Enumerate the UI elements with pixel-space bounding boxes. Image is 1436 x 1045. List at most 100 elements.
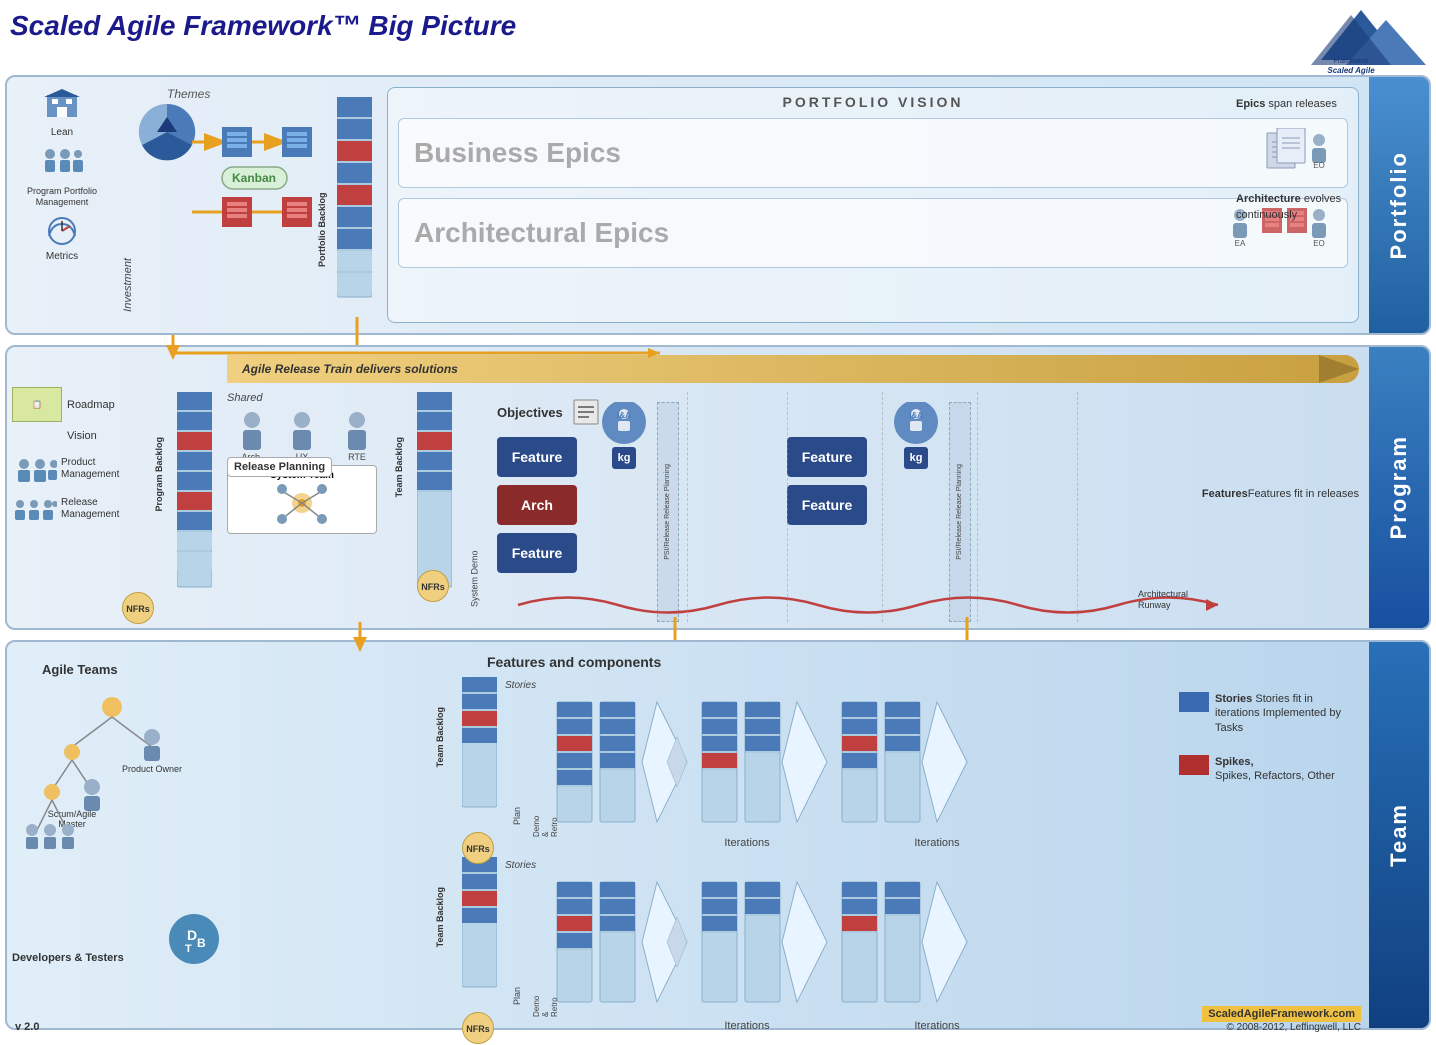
lean-label: Lean <box>12 127 112 138</box>
agile-teams-label: Agile Teams <box>42 662 242 677</box>
spikes-legend-text: Spikes, Refactors, Other <box>1215 770 1335 782</box>
art-banner: Agile Release Train delivers solutions <box>227 355 1359 383</box>
svg-text:Product Owner: Product Owner <box>122 764 182 774</box>
metrics-icon-group: Metrics <box>12 216 112 262</box>
iterations-label-2: Iterations <box>877 837 997 849</box>
objectives-label: Objectives <box>497 405 563 420</box>
ia-circle-right: I&A kg <box>889 402 944 482</box>
roadmap-icon: 📋 <box>12 387 62 422</box>
art-banner-text: Agile Release Train delivers solutions <box>242 362 458 376</box>
business-epics-label: Business Epics <box>414 137 1262 169</box>
portfolio-backlog-label: Portfolio Backlog <box>317 137 327 267</box>
dashed-line-1 <box>687 392 688 622</box>
themes-area: Themes Investment <box>117 82 317 332</box>
portfolio-vision-area: PORTFOLIO VISION Business Epics <box>387 87 1359 323</box>
portfolio-backlog: Portfolio Backlog <box>322 87 377 327</box>
arch-epics-label: Architectural Epics <box>414 217 1222 249</box>
team-backlog-program: Team Backlog NFRs <box>402 387 457 607</box>
nfrs-badge-team-backlog: NFRs <box>417 570 449 602</box>
lean-icon-group: Lean <box>12 87 112 138</box>
demo-retro-label-1: Demo & Retro <box>532 812 559 837</box>
objectives-area: Objectives <box>497 397 601 427</box>
iterations-bottom: Plan Demo & Retro <box>512 877 992 1017</box>
nfrs-badge-team-2: NFRs <box>462 1012 494 1044</box>
team-backlog-2: Team Backlog <box>447 857 502 1007</box>
nfrs-badge-team-1: NFRs <box>462 832 494 864</box>
dashed-line-2 <box>787 392 788 622</box>
release-planning-label: Release Planning <box>227 457 332 477</box>
svg-text:EA: EA <box>1235 239 1246 248</box>
svg-text:kg: kg <box>618 452 631 464</box>
arch-epics-row: Architectural Epics EA <box>398 198 1348 268</box>
features-fit-label: FeaturesFeatures fit in releases <box>1202 487 1359 502</box>
svg-text:Kanban: Kanban <box>232 171 276 185</box>
team-section: Team Agile Teams Product Owner <box>5 640 1431 1030</box>
dbt-icon: D B T <box>167 912 222 972</box>
svg-text:Framework: Framework <box>1333 58 1369 65</box>
svg-text:D: D <box>187 927 197 943</box>
program-left-items: 📋 Roadmap Vision Product Management <box>12 387 122 524</box>
investment-label: Investment <box>122 258 134 312</box>
svg-text:Runway: Runway <box>1138 600 1171 610</box>
nfrs-badge-program: NFRs <box>122 592 154 624</box>
nfrs-label-program: NFRs <box>122 592 154 624</box>
features-components-label: Features and components <box>487 654 661 670</box>
spikes-swatch <box>1179 755 1209 775</box>
ppm-label: Program Portfolio Management <box>12 186 112 208</box>
copyright-site: ScaledAgileFramework.com <box>1202 1006 1361 1022</box>
portfolio-label: Portfolio <box>1369 77 1429 333</box>
svg-text:I&A: I&A <box>909 411 923 420</box>
program-backlog: Program Backlog <box>162 387 217 607</box>
vision-label: Vision <box>67 430 97 442</box>
business-epics-row: Business Epics EO <box>398 118 1348 188</box>
feature-boxes-left: Feature Arch Feature <box>497 437 577 573</box>
dashed-line-4 <box>977 392 978 622</box>
svg-text:kg: kg <box>910 452 923 464</box>
portfolio-vision-title: PORTFOLIO VISION <box>388 88 1358 114</box>
team-backlog-program-label: Team Backlog <box>394 437 404 497</box>
feature-box-2: Feature <box>497 533 577 573</box>
rel-mgmt-label: Release Management <box>61 497 122 521</box>
logo: Scaled Agile Framework <box>1271 5 1431 75</box>
svg-text:B: B <box>197 936 206 950</box>
program-section: Program Agile Release Train delivers sol… <box>5 345 1431 630</box>
legend-spikes: Spikes, Spikes, Refactors, Other <box>1179 755 1359 784</box>
stories-label-2: Stories <box>505 860 536 871</box>
page-title: Scaled Agile Framework™ Big Picture <box>10 10 516 42</box>
epics-annotation-bold: Epics <box>1236 98 1265 110</box>
feature-box-3: Feature <box>787 437 867 477</box>
iterations-top: Plan Demo & Retro <box>512 697 992 837</box>
plan-label-2: Plan <box>512 987 522 1005</box>
program-label: Program <box>1369 347 1429 628</box>
copyright-text: © 2008-2012, Leffingwell, LLC <box>1202 1022 1361 1033</box>
legend-area: Stories Stories fit in iterations Implem… <box>1179 692 1359 791</box>
plan-label-1: Plan <box>512 807 522 825</box>
stories-swatch <box>1179 692 1209 712</box>
roadmap-label: Roadmap <box>67 399 115 411</box>
svg-text:T: T <box>185 943 192 955</box>
team-backlog-2-label: Team Backlog <box>435 887 445 947</box>
epics-annotation-rest: span releases <box>1265 98 1337 110</box>
ppm-icon-group: Program Portfolio Management <box>12 146 112 208</box>
psi-label-left: PSI/Release Release Planning <box>664 464 672 560</box>
themes-label: Themes <box>167 87 210 101</box>
release-planning-area: Release Planning System Team <box>227 457 377 534</box>
dashed-line-3 <box>882 392 883 622</box>
dashed-line-5 <box>1077 392 1078 622</box>
iterations-label-3: Iterations <box>687 1020 807 1032</box>
prod-mgmt-label: Product Management <box>61 457 122 481</box>
metrics-label: Metrics <box>12 251 112 262</box>
portfolio-section: Portfolio Lean <box>5 75 1431 335</box>
system-demo-label: System Demo <box>462 427 487 607</box>
iterations-label-4: Iterations <box>877 1020 997 1032</box>
feature-boxes-right: Feature Feature <box>787 437 867 525</box>
svg-text:I&A: I&A <box>617 411 631 420</box>
arch-runway-area: Architectural Runway <box>487 585 1249 620</box>
arch-box: Arch <box>497 485 577 525</box>
feature-box-4: Feature <box>787 485 867 525</box>
svg-text:EO: EO <box>1313 239 1325 248</box>
ia-circle-left: I&A kg <box>597 402 652 482</box>
arch-annotation-bold: Architecture <box>1236 193 1301 205</box>
legend-stories: Stories Stories fit in iterations Implem… <box>1179 692 1359 735</box>
version-label: v 2.0 <box>15 1021 39 1033</box>
